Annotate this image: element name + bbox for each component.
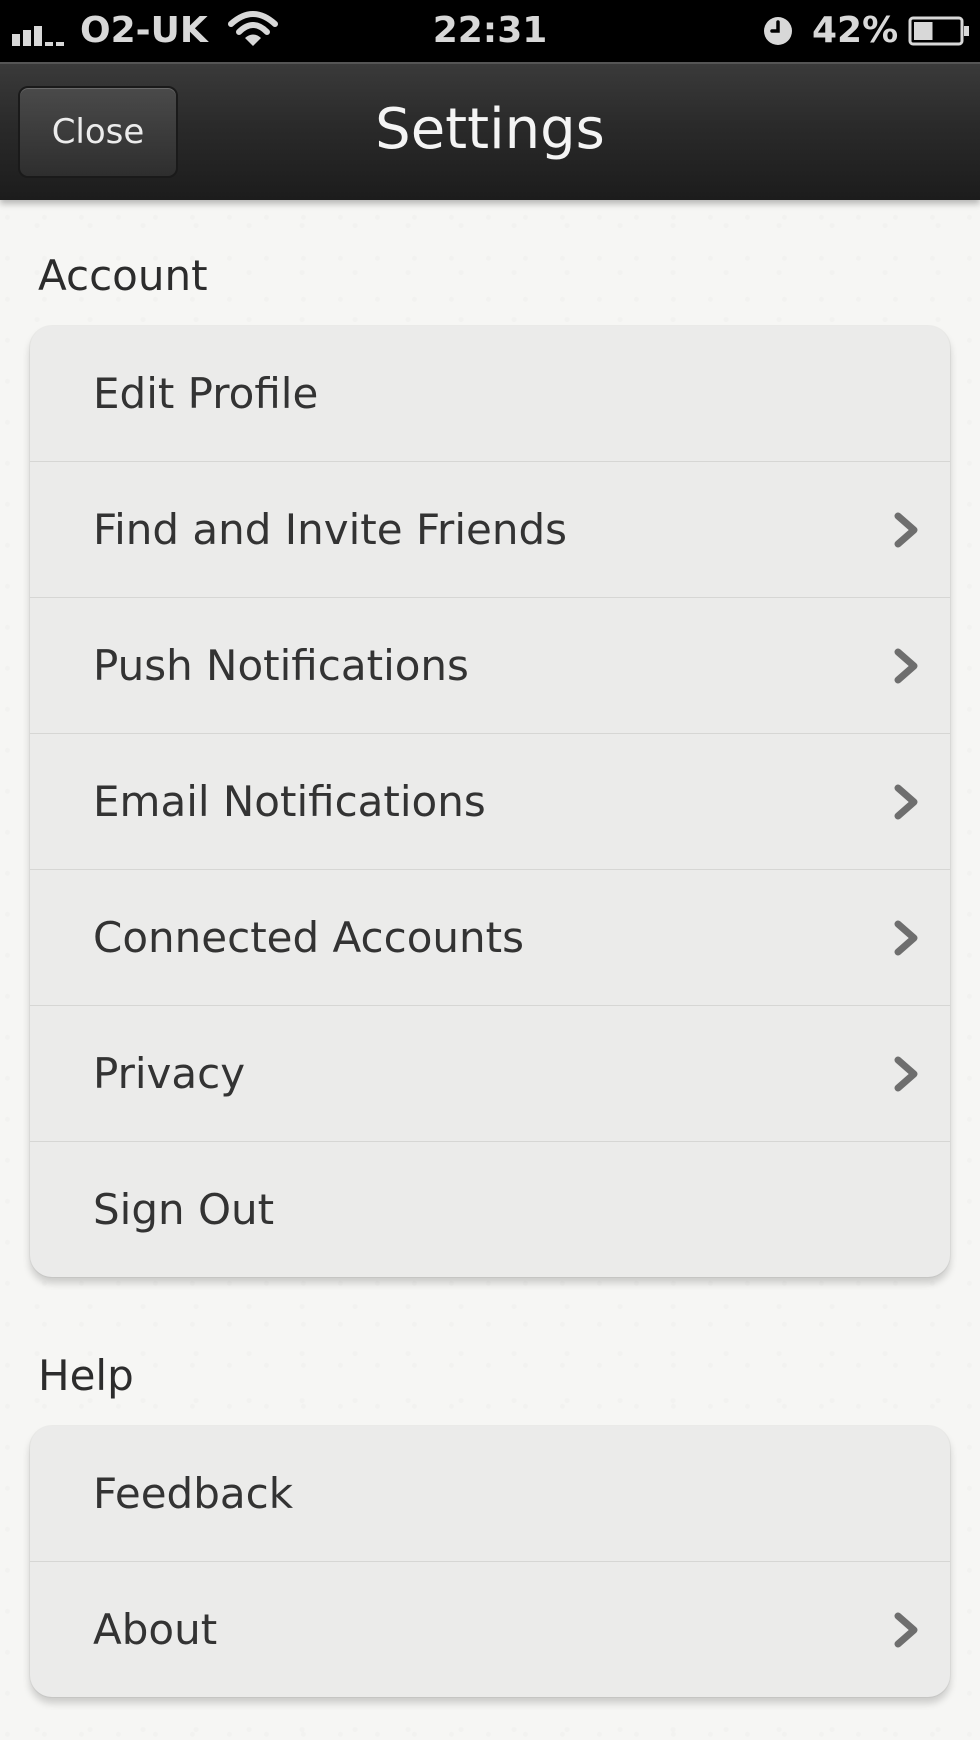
chevron-right-icon — [894, 784, 918, 820]
settings-row-label: Email Notifications — [93, 777, 486, 826]
settings-row-privacy[interactable]: Privacy — [30, 1005, 950, 1141]
battery-icon — [908, 16, 969, 46]
chevron-right-icon — [894, 512, 918, 548]
settings-row-edit-profile[interactable]: Edit Profile — [30, 326, 950, 461]
status-bar: O2-UK 22:31 42% — [0, 0, 980, 62]
chevron-right-icon — [894, 1056, 918, 1092]
section-title-help: Help — [38, 1351, 134, 1400]
settings-row-label: Edit Profile — [93, 369, 319, 418]
chevron-right-icon — [894, 648, 918, 684]
settings-row-feedback[interactable]: Feedback — [30, 1426, 950, 1561]
settings-row-about[interactable]: About — [30, 1561, 950, 1697]
settings-row-push-notifications[interactable]: Push Notifications — [30, 597, 950, 733]
settings-row-label: Sign Out — [93, 1185, 275, 1234]
settings-row-label: Find and Invite Friends — [93, 505, 567, 554]
chevron-right-icon — [894, 1612, 918, 1648]
page-title: Settings — [375, 97, 605, 162]
account-settings-group: Edit Profile Find and Invite Friends Push … — [30, 326, 950, 1277]
section-title-account: Account — [38, 251, 208, 300]
settings-row-find-and-invite-friends[interactable]: Find and Invite Friends — [30, 461, 950, 597]
settings-row-connected-accounts[interactable]: Connected Accounts — [30, 869, 950, 1005]
settings-row-label: Feedback — [93, 1469, 294, 1518]
chevron-right-icon — [894, 920, 918, 956]
settings-row-label: Privacy — [93, 1049, 246, 1098]
settings-row-label: About — [93, 1605, 218, 1654]
settings-row-label: Push Notifications — [93, 641, 469, 690]
battery-percent: 42% — [812, 10, 899, 51]
clock-icon — [764, 17, 792, 45]
help-settings-group: Feedback About — [30, 1426, 950, 1697]
nav-bar: Close Settings — [0, 62, 980, 200]
settings-row-label: Connected Accounts — [93, 913, 524, 962]
settings-row-email-notifications[interactable]: Email Notifications — [30, 733, 950, 869]
settings-row-sign-out[interactable]: Sign Out — [30, 1141, 950, 1277]
